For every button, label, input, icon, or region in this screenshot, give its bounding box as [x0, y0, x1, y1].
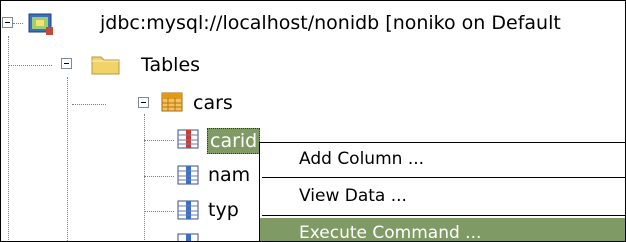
tree-guide-line: [144, 114, 145, 241]
database-tree-panel: jdbc:mysql://localhost/nonidb [noniko on…: [0, 0, 626, 242]
tree-guide-line: [72, 104, 106, 105]
menu-item-view-data[interactable]: View Data ...: [260, 181, 625, 211]
collapse-toggle[interactable]: [61, 58, 72, 69]
tree-guide-line: [144, 211, 174, 212]
column-icon: [177, 233, 199, 241]
column-label: nam: [208, 164, 251, 186]
folder-icon: [91, 56, 120, 75]
context-menu: Add Column ... View Data ... Execute Com…: [259, 142, 625, 241]
column-icon: [177, 200, 199, 220]
collapse-toggle[interactable]: [138, 97, 149, 108]
menu-separator: [262, 215, 625, 216]
table-icon: [161, 92, 183, 112]
database-connection-icon: [28, 13, 53, 35]
connection-label: jdbc:mysql://localhost/nonidb [noniko on…: [100, 12, 561, 34]
column-icon: [177, 129, 199, 149]
collapse-toggle[interactable]: [2, 17, 13, 28]
column-label: typ: [208, 199, 239, 221]
tree-guide-line: [13, 23, 23, 24]
table-label: cars: [193, 92, 233, 114]
menu-item-execute-command[interactable]: Execute Command ...: [260, 218, 625, 241]
tree-guide-line: [8, 36, 9, 241]
column-label-selected: carid: [207, 128, 261, 154]
tree-guide-line: [67, 77, 68, 241]
tables-label: Tables: [141, 54, 201, 76]
tree-guide-line: [8, 65, 52, 66]
tree-guide-line: [144, 140, 174, 141]
column-icon: [177, 165, 199, 185]
tree-guide-line: [144, 176, 174, 177]
menu-separator: [262, 177, 625, 178]
menu-item-add-column[interactable]: Add Column ...: [260, 144, 625, 174]
